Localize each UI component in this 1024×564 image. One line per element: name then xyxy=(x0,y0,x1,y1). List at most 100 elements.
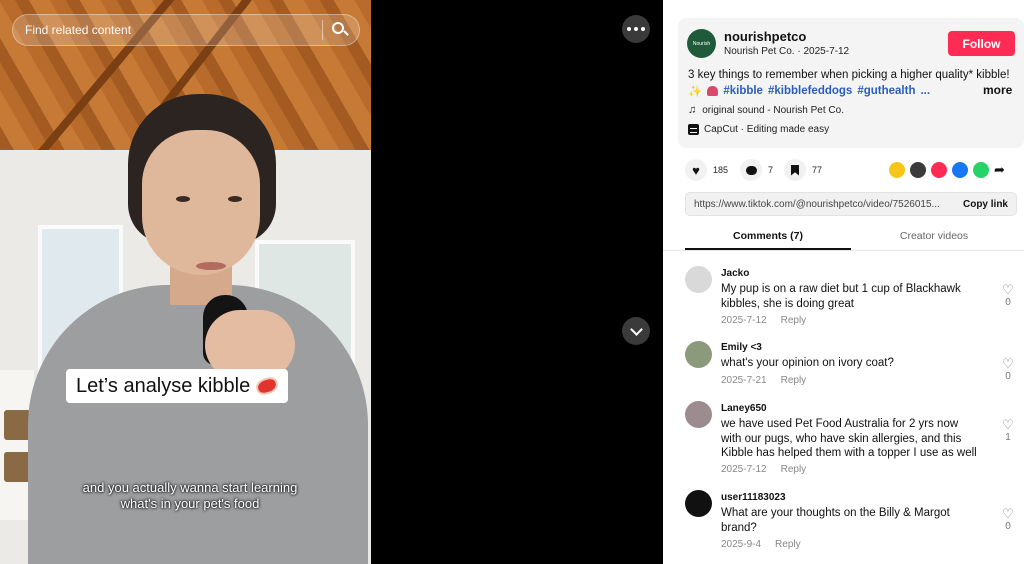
search-bar[interactable]: Find related content xyxy=(12,14,360,46)
hashtag-link[interactable]: #kibblefeddogs xyxy=(768,85,852,97)
video-overlay-title: Let’s analyse kibble xyxy=(66,369,289,403)
share-whatsapp-icon[interactable] xyxy=(973,162,989,178)
follow-button[interactable]: Follow xyxy=(948,31,1015,56)
tab-comments[interactable]: Comments (7) xyxy=(685,230,851,250)
capcut-label: CapCut · Editing made easy xyxy=(704,124,830,135)
video-person-mouth xyxy=(196,262,226,270)
comment-like-count: 0 xyxy=(1005,297,1011,308)
copy-link-button[interactable]: Copy link xyxy=(963,199,1008,210)
comment-date: 2025-7-12 xyxy=(721,464,767,475)
sound-link[interactable]: ♫ original sound - Nourish Pet Co. xyxy=(688,104,844,116)
heart-icon[interactable]: ♥ xyxy=(685,159,707,181)
comment-icon[interactable] xyxy=(740,159,762,181)
comment-date: 2025-7-12 xyxy=(721,315,767,326)
comment-like[interactable]: ♡ 1 xyxy=(1000,418,1016,444)
comment-author[interactable]: user11183023 xyxy=(721,492,786,503)
like-count: 185 xyxy=(713,165,729,175)
more-dots-icon xyxy=(634,27,638,31)
author-username[interactable]: nourishpetco xyxy=(724,29,806,44)
avatar[interactable] xyxy=(685,401,712,428)
subline-separator: · xyxy=(797,46,801,57)
comment-action[interactable]: 7 xyxy=(740,159,773,181)
hashtag-link[interactable]: #guthealth xyxy=(857,85,915,97)
video-link-url[interactable]: https://www.tiktok.com/@nourishpetco/vid… xyxy=(694,199,963,210)
share-arrow-icon[interactable]: ➦ xyxy=(994,162,1005,178)
like-action[interactable]: ♥ 185 xyxy=(685,159,728,181)
comment-meta: 2025-7-12 Reply xyxy=(721,315,806,326)
comment-text: what's your opinion on ivory coat? xyxy=(721,357,894,369)
comment-text: What are your thoughts on the Billy & Ma… xyxy=(721,507,950,534)
comment-meta: 2025-9-4 Reply xyxy=(721,539,801,550)
save-count: 77 xyxy=(812,165,823,175)
comment-text: we have used Pet Food Australia for 2 yr… xyxy=(721,418,977,459)
reply-button[interactable]: Reply xyxy=(775,539,801,550)
comment-item xyxy=(685,341,712,368)
overlay-title-text: Let’s analyse kibble xyxy=(76,374,251,397)
more-dots-icon xyxy=(641,27,645,31)
save-action[interactable]: 77 xyxy=(784,159,822,181)
avatar[interactable] xyxy=(685,490,712,517)
tab-divider xyxy=(663,250,1024,251)
video-person-eye xyxy=(176,196,190,202)
more-options-button[interactable] xyxy=(622,15,650,43)
share-embed-icon[interactable] xyxy=(910,162,926,178)
tab-creator-videos[interactable]: Creator videos xyxy=(851,230,1017,250)
video-person-body xyxy=(28,285,368,564)
author-subline: Nourish Pet Co. · 2025-7-12 xyxy=(724,46,849,57)
comment-like[interactable]: ♡ 0 xyxy=(1000,507,1016,533)
post-date: 2025-7-12 xyxy=(803,46,850,57)
share-send-icon[interactable] xyxy=(931,162,947,178)
search-divider xyxy=(322,20,323,40)
hashtag-link[interactable]: #kibble xyxy=(723,85,763,97)
search-icon[interactable] xyxy=(331,21,349,39)
music-note-icon: ♫ xyxy=(688,104,697,116)
next-video-button[interactable] xyxy=(622,317,650,345)
video-person-eye xyxy=(228,196,242,202)
capcut-icon xyxy=(688,124,699,135)
comment-like-count: 0 xyxy=(1005,371,1011,382)
avatar[interactable] xyxy=(685,266,712,293)
heart-outline-icon[interactable]: ♡ xyxy=(1000,507,1016,521)
comment-meta: 2025-7-21 Reply xyxy=(721,375,806,386)
comment-like[interactable]: ♡ 0 xyxy=(1000,283,1016,309)
heart-outline-icon[interactable]: ♡ xyxy=(1000,418,1016,432)
comment-count: 7 xyxy=(768,165,774,175)
heart-gem-icon xyxy=(707,86,719,96)
sparkle-icon: ✨ xyxy=(688,86,703,98)
share-repost-icon[interactable] xyxy=(889,162,905,178)
author-avatar[interactable]: Nourish xyxy=(687,29,716,58)
comment-author[interactable]: Jacko xyxy=(721,268,749,279)
comment-item xyxy=(685,490,712,517)
comment-like[interactable]: ♡ 0 xyxy=(1000,357,1016,383)
chevron-down-icon xyxy=(629,322,643,336)
video-person-face xyxy=(142,130,260,275)
heart-outline-icon[interactable]: ♡ xyxy=(1000,357,1016,371)
share-row: ➦ xyxy=(889,162,1005,178)
steak-icon xyxy=(254,375,280,397)
avatar[interactable] xyxy=(685,341,712,368)
share-facebook-icon[interactable] xyxy=(952,162,968,178)
heart-outline-icon[interactable]: ♡ xyxy=(1000,283,1016,297)
comment-like-count: 1 xyxy=(1005,432,1011,443)
reply-button[interactable]: Reply xyxy=(781,464,807,475)
bookmark-icon[interactable] xyxy=(784,159,806,181)
comment-item xyxy=(685,401,712,428)
video-area[interactable]: Let’s analyse kibble and you actually wa… xyxy=(0,0,663,564)
video-link-box: https://www.tiktok.com/@nourishpetco/vid… xyxy=(685,192,1017,216)
comment-text: My pup is on a raw diet but 1 cup of Bla… xyxy=(721,283,961,310)
video-caption: and you actually wanna start learning wh… xyxy=(82,480,298,511)
capcut-link[interactable]: CapCut · Editing made easy xyxy=(688,124,829,135)
comment-item xyxy=(685,266,712,293)
comment-author[interactable]: Emily <3 xyxy=(721,342,762,353)
comment-meta: 2025-7-12 Reply xyxy=(721,464,806,475)
description-tags: ✨ #kibble #kibblefeddogs #guthealth ... xyxy=(688,84,930,98)
comment-like-count: 0 xyxy=(1005,521,1011,532)
sound-label: original sound - Nourish Pet Co. xyxy=(702,104,844,116)
reply-button[interactable]: Reply xyxy=(781,315,807,326)
search-input[interactable]: Find related content xyxy=(25,23,314,37)
reply-button[interactable]: Reply xyxy=(781,375,807,386)
description-more-link[interactable]: more xyxy=(983,83,1012,97)
author-display-name: Nourish Pet Co. xyxy=(724,46,795,57)
comment-author[interactable]: Laney650 xyxy=(721,403,767,414)
video-player[interactable]: Let’s analyse kibble and you actually wa… xyxy=(0,0,371,564)
